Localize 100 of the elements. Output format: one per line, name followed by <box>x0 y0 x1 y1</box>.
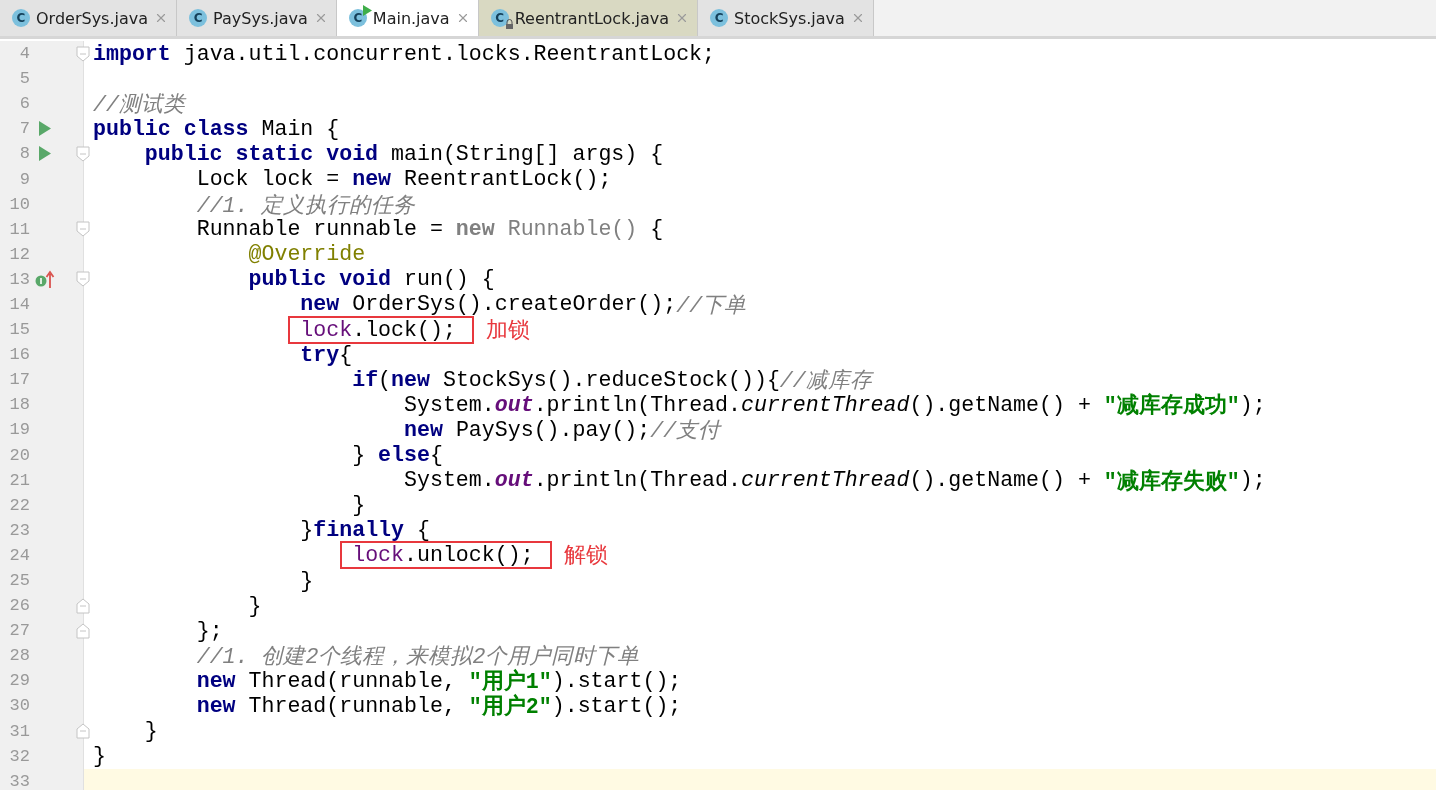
fold-marker-icon[interactable] <box>76 271 90 288</box>
implements-icon[interactable] <box>35 270 55 289</box>
line-number: 21 <box>8 470 30 490</box>
code-token: public void <box>248 267 392 292</box>
editor-tab[interactable]: C PaySys.java <box>177 0 337 36</box>
editor-tab[interactable]: C StockSys.java <box>698 0 874 36</box>
line-number: 27 <box>8 621 30 641</box>
editor-tab[interactable]: C Main.java <box>336 0 479 36</box>
code-token: new <box>196 694 236 718</box>
line-number: 6 <box>18 94 30 114</box>
run-icon[interactable] <box>39 146 51 162</box>
code-token: OrderSys().createOrder(); <box>351 292 677 317</box>
code-token: if <box>352 367 379 392</box>
code-token: finally <box>313 518 405 543</box>
code-token: } <box>300 518 314 543</box>
line-number: 23 <box>8 520 30 540</box>
code-token: currentThread <box>741 468 910 493</box>
class-icon: C <box>12 9 30 27</box>
code-token: System. <box>404 392 495 417</box>
code-token: PaySys().pay(); <box>454 417 651 442</box>
code-token: "用户2" <box>468 693 552 721</box>
code-token: { <box>416 518 430 543</box>
line-number: 32 <box>8 746 30 766</box>
line-number: 26 <box>8 596 30 616</box>
code-token: ( <box>378 367 392 392</box>
editor-tab[interactable]: C OrderSys.java <box>0 0 178 36</box>
fold-marker-icon[interactable] <box>76 221 90 238</box>
code-token: lock <box>300 317 353 342</box>
code-token: .println(Thread. <box>533 468 741 493</box>
code-token: ); <box>1239 468 1266 493</box>
code-comment: //测试类 <box>93 92 185 119</box>
line-number: 11 <box>8 219 30 239</box>
line-number: 22 <box>8 495 30 515</box>
code-token: } <box>248 593 262 618</box>
line-number: 10 <box>8 194 30 214</box>
lock-badge-icon <box>504 19 514 29</box>
line-number: 19 <box>8 420 30 440</box>
fold-marker-icon[interactable] <box>76 45 90 62</box>
line-number: 15 <box>8 320 30 340</box>
run-icon[interactable] <box>39 121 51 137</box>
code-token: new <box>352 167 392 191</box>
code-token: ().getName() + <box>909 468 1092 493</box>
code-token: "用户1" <box>468 668 552 695</box>
line-number: 29 <box>8 671 30 691</box>
line-number: 18 <box>8 395 30 415</box>
line-number: 20 <box>8 445 30 465</box>
code-token: new <box>404 417 443 442</box>
code-token: new <box>300 292 340 317</box>
code-comment: //下单 <box>676 293 747 319</box>
line-number: 9 <box>18 169 30 189</box>
line-number: 33 <box>8 771 30 790</box>
line-number: 30 <box>8 696 30 716</box>
fold-marker-icon[interactable] <box>76 622 90 639</box>
line-number: 13 <box>8 269 30 289</box>
code-token: import <box>93 41 171 66</box>
code-token: "减库存成功" <box>1103 392 1240 420</box>
code-comment: //减库存 <box>779 368 872 395</box>
code-token: java.util.concurrent.locks.ReentrantLock; <box>182 41 716 66</box>
code-token: main(String[] args) { <box>390 141 664 166</box>
code-token: try <box>300 342 340 367</box>
code-token: ReentrantLock(); <box>403 167 612 191</box>
code-token: { <box>429 443 443 468</box>
code-token: Thread(runnable, <box>247 694 457 718</box>
code-token: ).start(); <box>551 694 682 718</box>
code-token: StockSys().reduceStock()){ <box>441 367 780 392</box>
code-token: new <box>455 217 495 242</box>
code-token: else <box>378 443 430 468</box>
line-number: 16 <box>8 345 30 365</box>
code-token: .println(Thread. <box>533 392 741 417</box>
class-icon: C <box>189 9 208 27</box>
code-token: } <box>352 443 367 468</box>
code-token: } <box>144 719 158 744</box>
line-number: 31 <box>8 721 30 741</box>
code-token: "减库存失败" <box>1103 468 1240 495</box>
fold-marker-icon[interactable] <box>76 597 90 614</box>
editor-tab[interactable]: C ReentrantLock.java <box>478 0 699 36</box>
code-comment: //1. 定义执行的任务 <box>196 192 416 219</box>
code-token: Lock lock = <box>196 167 341 191</box>
code-token: run() { <box>403 267 495 292</box>
line-number: 25 <box>8 571 30 590</box>
line-number: 24 <box>8 545 30 565</box>
code-token: Runnable() <box>506 217 638 242</box>
code-token: Main { <box>260 116 340 141</box>
line-number: 7 <box>18 119 30 139</box>
line-number: 5 <box>18 69 30 89</box>
code-token: public static void <box>144 141 379 166</box>
fold-marker-icon[interactable] <box>76 723 90 740</box>
code-token: Thread(runnable, <box>247 668 457 693</box>
callout-label: 解锁 <box>563 541 608 570</box>
code-token: new <box>391 367 430 392</box>
code-token: out <box>494 468 534 493</box>
code-token: }; <box>196 618 223 643</box>
fold-marker-icon[interactable] <box>76 145 90 162</box>
code-token: @Override <box>248 242 366 267</box>
code-token: } <box>352 493 366 518</box>
callout-label: 加锁 <box>485 315 530 344</box>
code-token: currentThread <box>741 392 910 417</box>
line-number: 12 <box>8 244 30 264</box>
code-token: lock <box>352 543 405 568</box>
code-token: new <box>196 668 236 693</box>
